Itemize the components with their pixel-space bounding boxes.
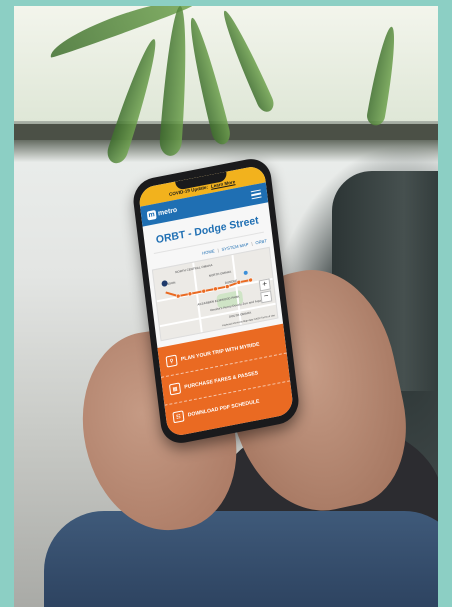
breadcrumb-separator: | [251,240,253,247]
denim-jacket [44,511,438,607]
metro-logo-text: metro [157,206,178,217]
hamburger-menu-icon[interactable] [250,189,262,200]
document-icon: ☷ [172,410,185,424]
location-pin-icon: ⚲ [165,354,178,368]
photo-background: COVID-19 Update: Learn More m metro ORBT… [14,6,438,607]
ticket-icon: ▤ [168,382,182,396]
plan-trip-label: PLAN YOUR TRIP WITH MYRIDE [180,341,260,363]
breadcrumb-separator: | [217,247,219,253]
purchase-fares-label: PURCHASE FARES & PASSES [183,369,259,391]
phone-screen: COVID-19 Update: Learn More m metro ORBT… [137,164,295,438]
metro-logo-icon: m [146,209,157,221]
action-panel: ⚲ PLAN YOUR TRIP WITH MYRIDE ▤ PURCHASE … [157,323,295,438]
metro-logo[interactable]: m metro [146,205,178,221]
breadcrumb-home[interactable]: HOME [202,248,215,255]
breadcrumb-current: ORBT [255,238,268,246]
zoom-out-button[interactable]: − [260,290,273,304]
download-schedule-label: DOWNLOAD PDF SCHEDULE [187,398,260,418]
zoom-in-button[interactable]: + [258,278,271,292]
